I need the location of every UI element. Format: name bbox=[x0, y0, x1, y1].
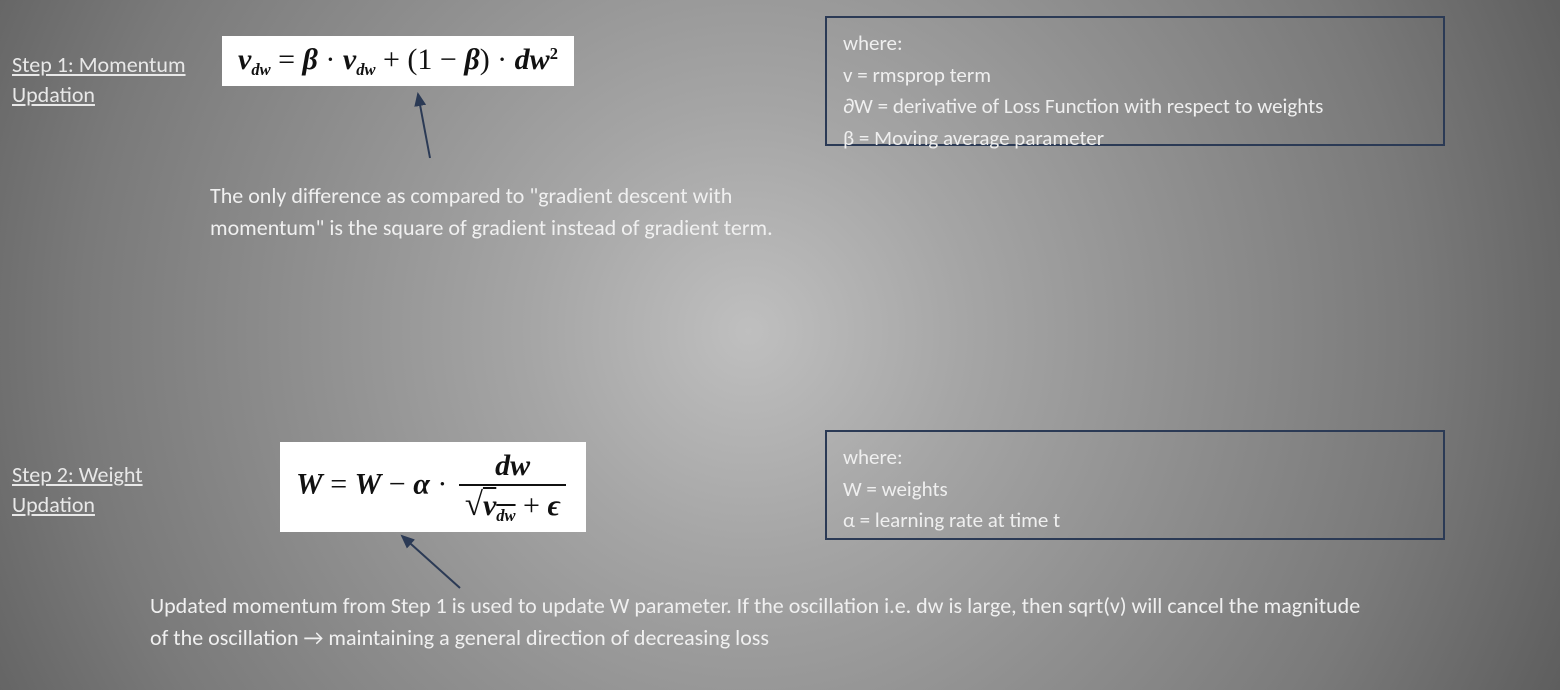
step2-legend: where: W = weights α = learning rate at … bbox=[825, 430, 1445, 540]
step2-note: Updated momentum from Step 1 is used to … bbox=[150, 590, 1370, 654]
legend-item: α = learning rate at time t bbox=[843, 505, 1427, 537]
step1-legend: where: v = rmsprop term ∂W = derivative … bbox=[825, 16, 1445, 146]
legend-heading: where: bbox=[843, 28, 1427, 60]
step1-note: The only difference as compared to "grad… bbox=[210, 180, 850, 244]
step2-formula: W = W − α · dw√vdw + ϵ bbox=[280, 442, 586, 532]
legend-item: v = rmsprop term bbox=[843, 60, 1427, 92]
legend-heading: where: bbox=[843, 442, 1427, 474]
legend-item: ∂W = derivative of Loss Function with re… bbox=[843, 91, 1427, 123]
legend-item: β = Moving average parameter bbox=[843, 123, 1427, 155]
step2-label: Step 2: Weight Updation bbox=[12, 460, 212, 519]
arrow-step1 bbox=[400, 88, 460, 168]
step1-formula: vdw = β · vdw + (1 − β) · dw2 bbox=[222, 36, 574, 86]
legend-item: W = weights bbox=[843, 474, 1427, 506]
step1-label: Step 1: Momentum Updation bbox=[12, 50, 217, 109]
